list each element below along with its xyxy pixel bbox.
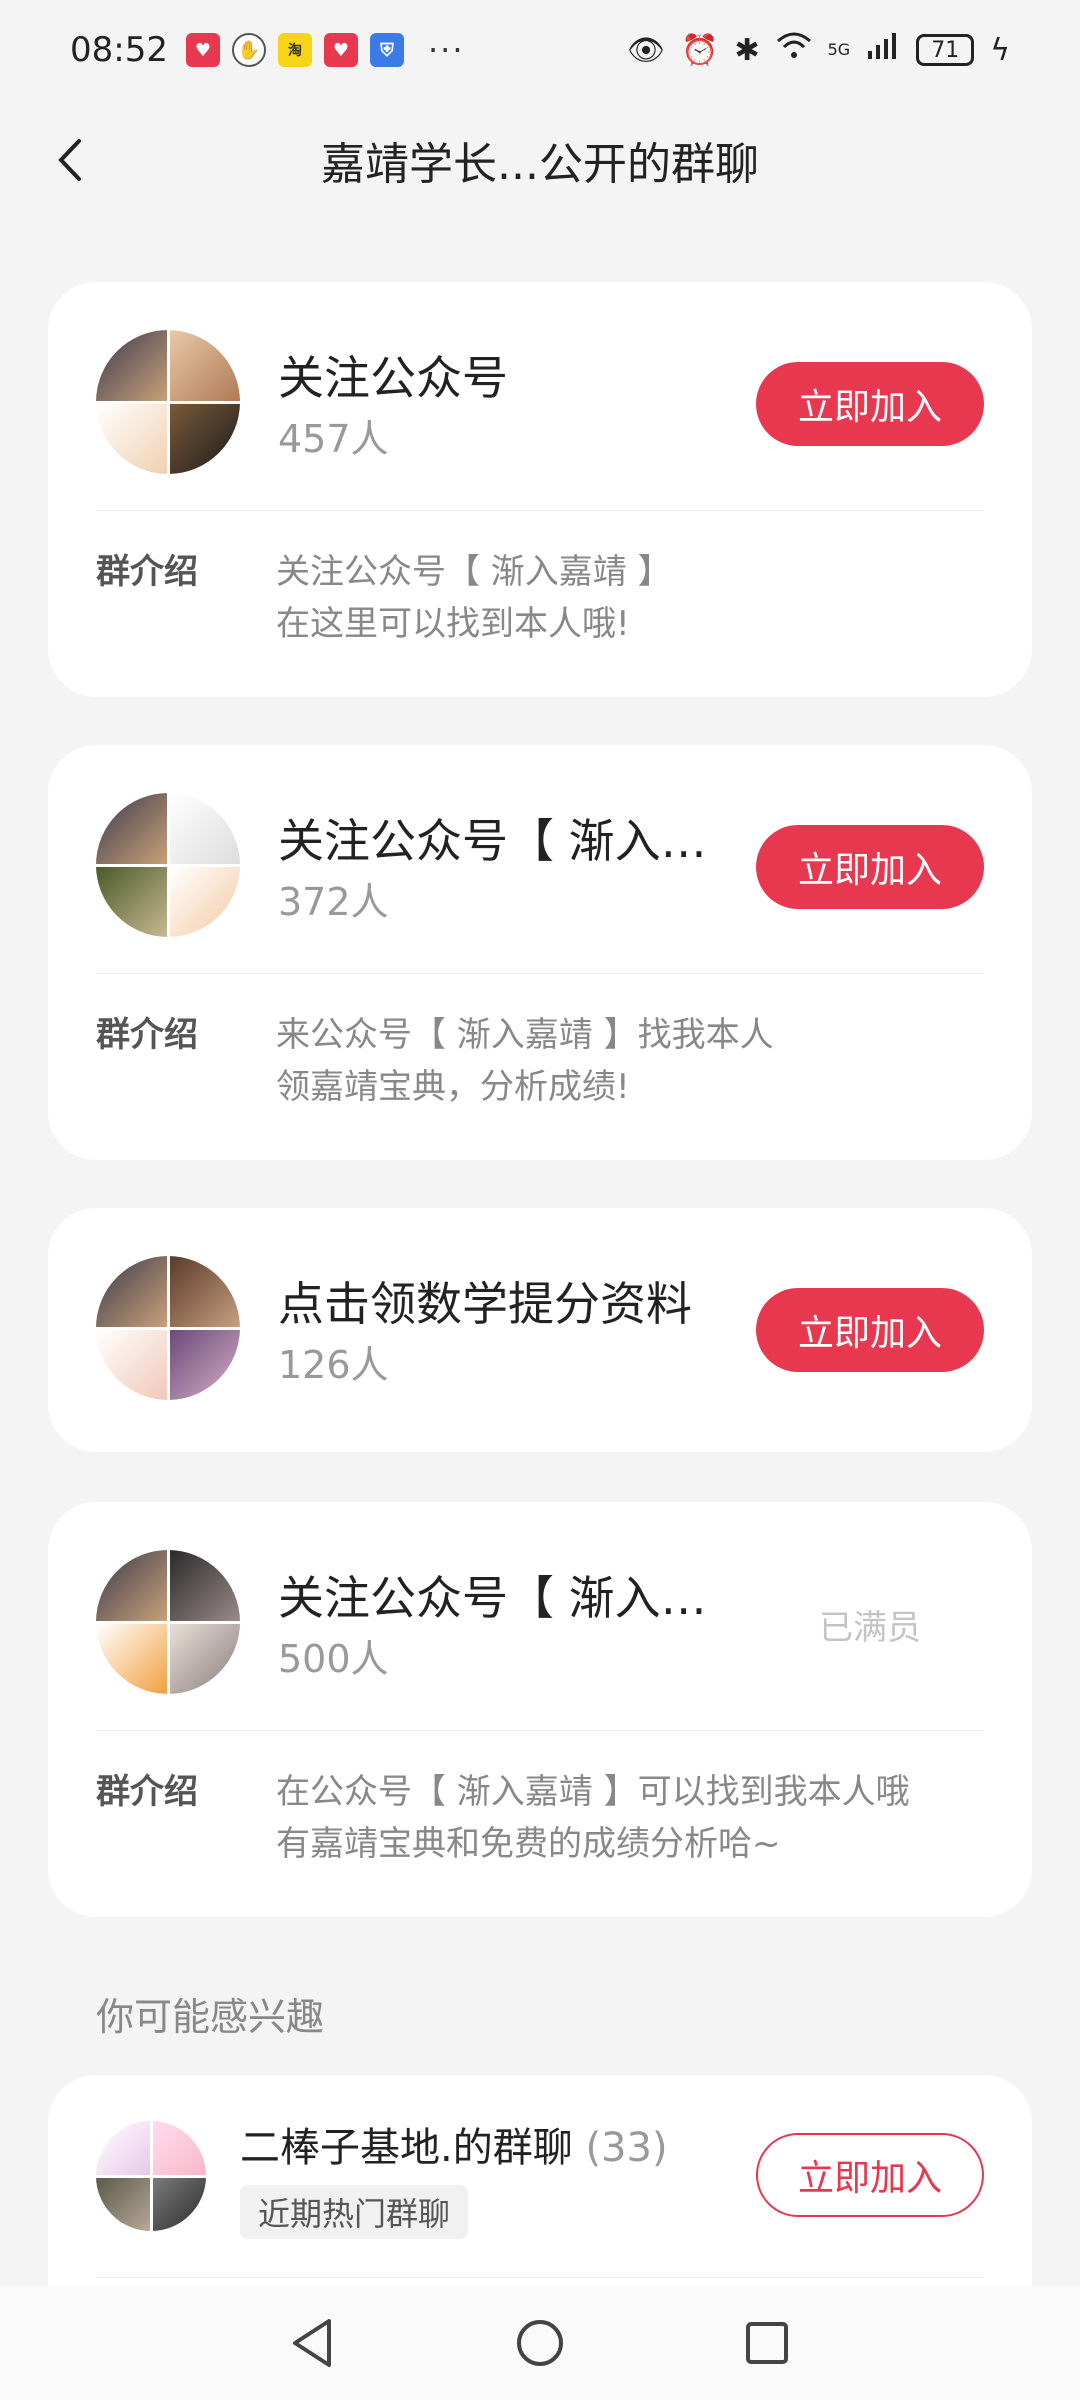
header: 嘉靖学长...公开的群聊 — [0, 120, 1080, 200]
hot-group-tag: 近期热门群聊 — [240, 2185, 469, 2239]
intro-label: 群介绍 — [96, 1015, 198, 1055]
more-notifications-icon: ··· — [427, 31, 465, 69]
group-intro: 群介绍 在公众号【 渐入嘉靖 】可以找到我本人哦 有嘉靖宝典和免费的成绩分析哈~ — [48, 1730, 1032, 1870]
intro-label: 群介绍 — [96, 1772, 198, 1812]
section-title: 你可能感兴趣 — [96, 1995, 325, 2039]
group-intro: 群介绍 来公众号【 渐入嘉靖 】找我本人 领嘉靖宝典，分析成绩! — [48, 973, 1032, 1113]
heart-app-icon: ♥ — [323, 33, 358, 67]
member-count: 500人 — [278, 1637, 389, 1681]
group-card[interactable]: 关注公众号 457人 立即加入 群介绍 关注公众号【 渐入嘉靖 】 在这里可以找… — [48, 282, 1032, 697]
bluetooth-icon: ✱ — [734, 32, 760, 68]
member-count: 372人 — [278, 880, 389, 924]
intro-line: 在公众号【 渐入嘉靖 】可以找到我本人哦 — [276, 1772, 910, 1812]
member-count: (33) — [585, 2125, 668, 2171]
triangle-back-icon — [293, 2319, 332, 2367]
intro-line: 在这里可以找到本人哦! — [276, 604, 630, 644]
group-name: 点击领数学提分资料 — [278, 1277, 692, 1331]
group-name: 二棒子基地.的群聊 — [240, 2125, 573, 2171]
group-card[interactable]: 关注公众号【 渐入… 500人 已满员 群介绍 在公众号【 渐入嘉靖 】可以找到… — [48, 1502, 1032, 1917]
group-card-header: 关注公众号 457人 立即加入 — [48, 282, 1032, 510]
nav-back-button[interactable] — [283, 2313, 343, 2373]
nav-recents-button[interactable] — [737, 2313, 797, 2373]
full-status-label: 已满员 — [819, 1607, 921, 1648]
group-avatar — [96, 793, 240, 937]
group-avatar — [96, 2121, 206, 2231]
back-button[interactable] — [40, 130, 100, 190]
intro-line: 来公众号【 渐入嘉靖 】找我本人 — [276, 1015, 774, 1055]
intro-label: 群介绍 — [96, 552, 198, 592]
nav-home-button[interactable] — [510, 2313, 570, 2373]
eye-icon: 👁 — [627, 32, 666, 68]
charging-icon: ϟ — [990, 32, 1010, 68]
member-count: 126人 — [278, 1343, 389, 1387]
group-card[interactable]: 关注公众号【 渐入… 372人 立即加入 群介绍 来公众号【 渐入嘉靖 】找我本… — [48, 745, 1032, 1160]
intro-text: 关注公众号【 渐入嘉靖 】 在这里可以找到本人哦! — [276, 546, 672, 650]
intro-text: 来公众号【 渐入嘉靖 】找我本人 领嘉靖宝典，分析成绩! — [276, 1009, 774, 1113]
battery-indicator: 71 — [916, 34, 975, 66]
group-card-header: 点击领数学提分资料 126人 立即加入 — [48, 1208, 1032, 1436]
status-bar: 08:52 ♥ ✋ 淘 ♥ ⛨ ··· 👁 ⏰ ✱ 5G 71 ϟ — [0, 0, 1080, 100]
join-button[interactable]: 立即加入 — [756, 362, 984, 446]
divider — [96, 2277, 984, 2278]
signal-icon — [866, 31, 900, 69]
square-recents-icon — [745, 2322, 788, 2364]
join-button[interactable]: 立即加入 — [756, 2133, 984, 2217]
system-nav-bar — [0, 2286, 1080, 2400]
group-card-header: 关注公众号【 渐入… 500人 已满员 — [48, 1502, 1032, 1730]
alarm-icon: ⏰ — [681, 32, 719, 68]
heart-app-icon: ♥ — [185, 33, 220, 67]
taobao-app-icon: 淘 — [277, 33, 312, 67]
chevron-left-icon — [58, 139, 81, 181]
notification-icons: ♥ ✋ 淘 ♥ ⛨ ··· — [185, 31, 465, 69]
shield-app-icon: ⛨ — [369, 33, 404, 67]
network-type: 5G — [827, 40, 851, 59]
group-card[interactable]: 点击领数学提分资料 126人 立即加入 — [48, 1208, 1032, 1452]
group-card-header: 关注公众号【 渐入… 372人 立即加入 — [48, 745, 1032, 973]
hand-app-icon: ✋ — [231, 33, 266, 67]
intro-line: 关注公众号【 渐入嘉靖 】 — [276, 552, 672, 592]
page-title: 嘉靖学长...公开的群聊 — [321, 139, 759, 190]
member-count: 457人 — [278, 417, 389, 461]
group-avatar — [96, 1550, 240, 1694]
join-button[interactable]: 立即加入 — [756, 1288, 984, 1372]
status-time: 08:52 — [70, 30, 168, 70]
group-intro: 群介绍 关注公众号【 渐入嘉靖 】 在这里可以找到本人哦! — [48, 510, 1032, 650]
wifi-icon — [776, 31, 812, 69]
group-name: 关注公众号【 渐入… — [278, 1571, 707, 1625]
group-avatar — [96, 1256, 240, 1400]
group-name: 关注公众号 — [278, 351, 508, 405]
group-name: 关注公众号【 渐入… — [278, 814, 707, 868]
page: 08:52 ♥ ✋ 淘 ♥ ⛨ ··· 👁 ⏰ ✱ 5G 71 ϟ 嘉靖学长..… — [0, 0, 1080, 2400]
recommended-group-name: 二棒子基地.的群聊 (33) — [240, 2115, 668, 2173]
circle-home-icon — [516, 2320, 563, 2366]
intro-line: 领嘉靖宝典，分析成绩! — [276, 1067, 630, 1107]
intro-text: 在公众号【 渐入嘉靖 】可以找到我本人哦 有嘉靖宝典和免费的成绩分析哈~ — [276, 1766, 910, 1870]
group-avatar — [96, 330, 240, 474]
system-icons: 👁 ⏰ ✱ 5G 71 ϟ — [627, 31, 1010, 69]
intro-line: 有嘉靖宝典和免费的成绩分析哈~ — [276, 1824, 781, 1864]
join-button[interactable]: 立即加入 — [756, 825, 984, 909]
